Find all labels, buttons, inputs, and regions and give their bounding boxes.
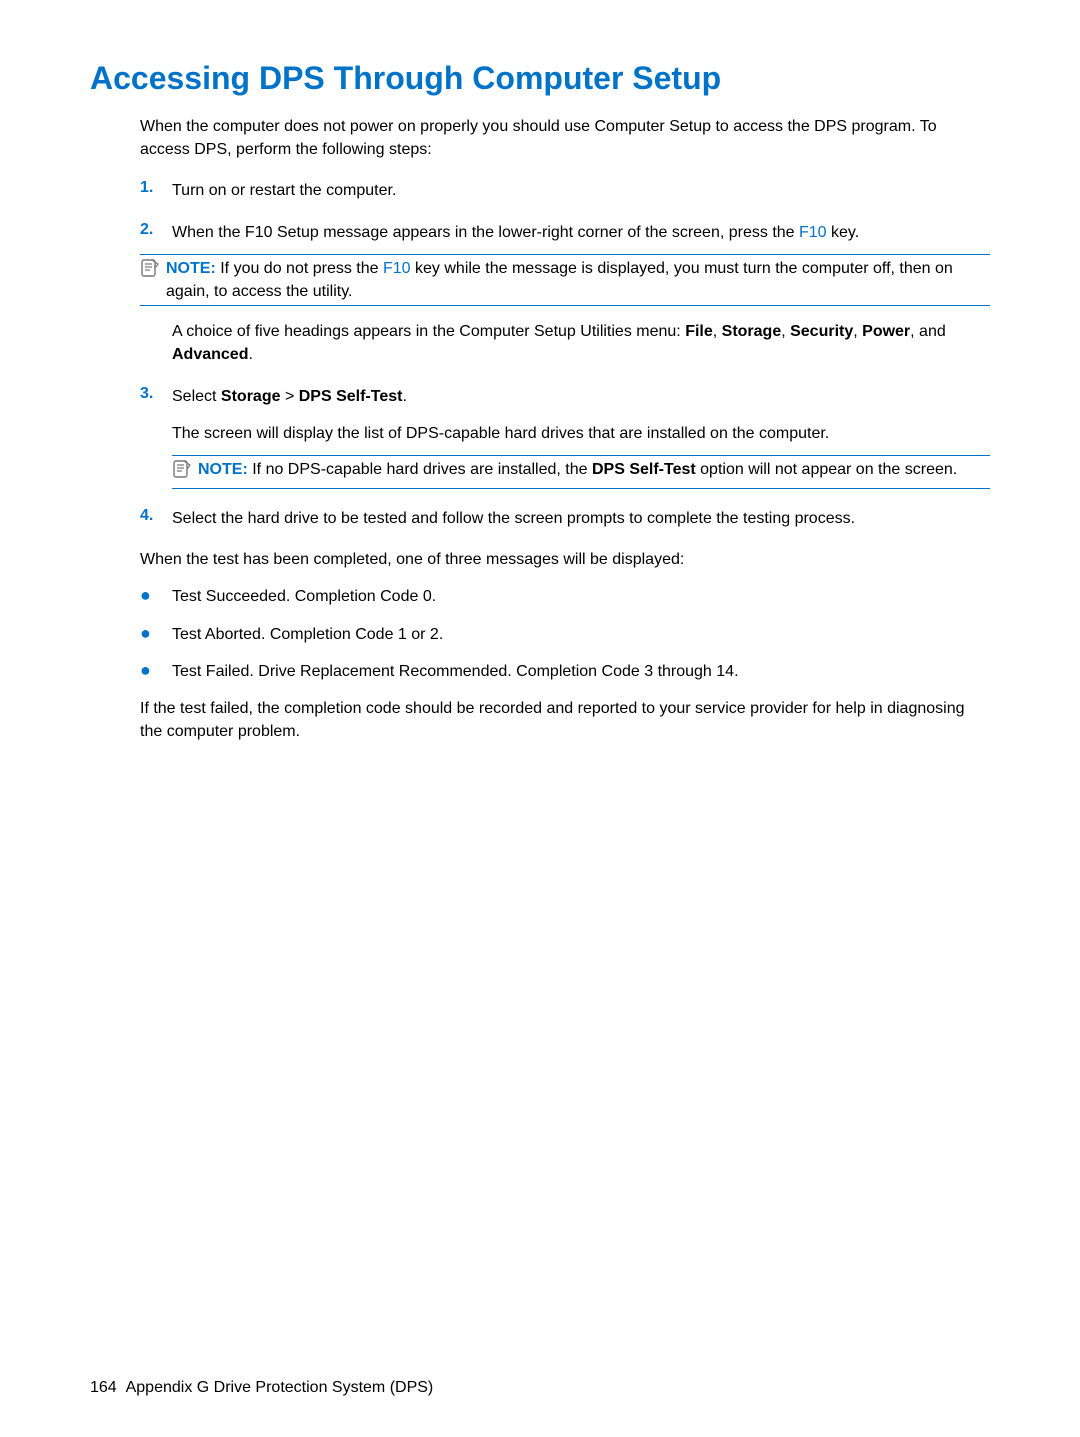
step-number: 4. — [140, 507, 172, 525]
page-footer: 164 Appendix G Drive Protection System (… — [90, 1379, 433, 1397]
bullet-icon: ● — [140, 623, 172, 645]
after-list-paragraph: When the test has been completed, one of… — [140, 548, 990, 571]
page-number: 164 — [90, 1379, 117, 1396]
list-item: ● Test Succeeded. Completion Code 0. — [140, 585, 990, 608]
note-callout: NOTE: If you do not press the F10 key wh… — [140, 254, 990, 306]
text-fragment: , and — [910, 323, 946, 340]
text-fragment: > — [281, 388, 299, 405]
note-content: NOTE: If no DPS-capable hard drives are … — [198, 458, 990, 481]
step-3: 3. Select Storage > DPS Self-Test. The s… — [140, 385, 990, 490]
step-text: Select Storage > DPS Self-Test. — [172, 385, 990, 408]
bullet-icon: ● — [140, 585, 172, 607]
text-fragment: If no DPS-capable hard drives are instal… — [248, 461, 592, 478]
list-item: ● Test Aborted. Completion Code 1 or 2. — [140, 623, 990, 646]
note-label: NOTE: — [198, 461, 248, 478]
step-2: 2. When the F10 Setup message appears in… — [140, 221, 990, 367]
text-fragment: . — [248, 346, 252, 363]
step-1: 1. Turn on or restart the computer. — [140, 179, 990, 202]
option-name: DPS Self-Test — [592, 461, 696, 478]
text-fragment: key. — [827, 224, 860, 241]
text-fragment: When the F10 Setup message appears in th… — [172, 224, 799, 241]
menu-heading: Security — [790, 323, 853, 340]
text-fragment: A choice of five headings appears in the… — [172, 323, 685, 340]
menu-heading: Advanced — [172, 346, 248, 363]
text-fragment: , — [781, 323, 790, 340]
bullet-icon: ● — [140, 660, 172, 682]
menu-item: Storage — [221, 388, 281, 405]
text-fragment: If you do not press the — [216, 260, 383, 277]
note-content: NOTE: If you do not press the F10 key wh… — [166, 257, 990, 303]
menu-item: DPS Self-Test — [299, 388, 403, 405]
note-callout: NOTE: If no DPS-capable hard drives are … — [172, 455, 990, 489]
step-text: Turn on or restart the computer. — [172, 179, 990, 202]
note-icon — [172, 459, 192, 486]
step-text: Select the hard drive to be tested and f… — [172, 507, 990, 530]
list-item: ● Test Failed. Drive Replacement Recomme… — [140, 660, 990, 683]
step-sub-paragraph: The screen will display the list of DPS-… — [172, 422, 990, 445]
step-sub-paragraph: A choice of five headings appears in the… — [172, 320, 990, 366]
step-4: 4. Select the hard drive to be tested an… — [140, 507, 990, 530]
body-content: When the computer does not power on prop… — [140, 115, 990, 743]
step-number: 1. — [140, 179, 172, 197]
menu-heading: Power — [862, 323, 910, 340]
key-reference: F10 — [383, 260, 411, 277]
list-item-text: Test Failed. Drive Replacement Recommend… — [172, 660, 739, 683]
appendix-label: Appendix G Drive Protection System (DPS) — [126, 1379, 434, 1396]
text-fragment: Select — [172, 388, 221, 405]
document-page: Accessing DPS Through Computer Setup Whe… — [0, 0, 1080, 1437]
text-fragment: , — [713, 323, 722, 340]
text-fragment: option will not appear on the screen. — [696, 461, 958, 478]
step-number: 3. — [140, 385, 172, 403]
step-text: When the F10 Setup message appears in th… — [172, 221, 990, 244]
text-fragment: , — [853, 323, 862, 340]
menu-heading: Storage — [722, 323, 782, 340]
page-title: Accessing DPS Through Computer Setup — [90, 60, 990, 97]
results-list: ● Test Succeeded. Completion Code 0. ● T… — [140, 585, 990, 683]
note-label: NOTE: — [166, 260, 216, 277]
closing-paragraph: If the test failed, the completion code … — [140, 697, 990, 743]
list-item-text: Test Aborted. Completion Code 1 or 2. — [172, 623, 443, 646]
step-number: 2. — [140, 221, 172, 239]
intro-paragraph: When the computer does not power on prop… — [140, 115, 990, 161]
key-reference: F10 — [799, 224, 827, 241]
note-icon — [140, 258, 160, 285]
text-fragment: . — [402, 388, 406, 405]
menu-heading: File — [685, 323, 713, 340]
steps-list: 1. Turn on or restart the computer. 2. W… — [140, 179, 990, 530]
list-item-text: Test Succeeded. Completion Code 0. — [172, 585, 436, 608]
